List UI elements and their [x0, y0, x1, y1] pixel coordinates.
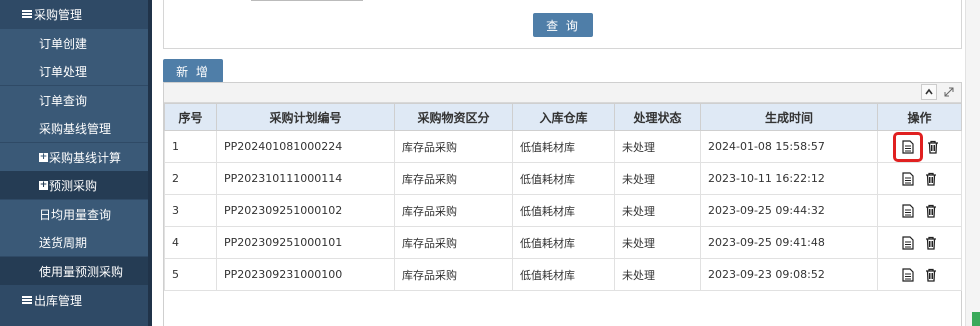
cell-no: 5 [164, 258, 217, 291]
cell-created: 2023-09-23 09:08:52 [700, 258, 878, 291]
sidebar-item-order-process[interactable]: 订单处理 [0, 57, 148, 85]
edge-green-tab[interactable] [972, 312, 980, 326]
sidebar-item-label: 采购基线计算 [49, 150, 122, 165]
expand-plus-icon: + [39, 179, 48, 190]
add-button[interactable]: 新 增 [163, 59, 223, 83]
document-icon[interactable] [898, 265, 918, 285]
query-panel: 查 询 [163, 0, 962, 49]
cell-category: 库存品采购 [394, 162, 513, 195]
sidebar-item-order-create[interactable]: 订单创建 [0, 29, 148, 57]
cell-ops [877, 226, 962, 259]
cell-category: 库存品采购 [394, 194, 513, 227]
table-row[interactable]: 3 PP202309251000102 库存品采购 低值耗材库 未处理 2023… [164, 194, 962, 227]
sidebar-item-label: 使用量预测采购 [39, 264, 124, 279]
sidebar-item-usage-forecast[interactable]: 使用量预测采购 [0, 257, 148, 285]
sidebar-group-label: 出库管理 [34, 293, 83, 308]
cell-no: 1 [164, 130, 217, 163]
cell-ops [877, 162, 962, 195]
cell-no: 3 [164, 194, 217, 227]
sidebar-item-daily-usage[interactable]: 日均用量查询 [0, 200, 148, 228]
cell-plan-no: PP202401081000224 [216, 130, 395, 163]
col-header-no[interactable]: 序号 [164, 103, 217, 131]
right-edge-panel [965, 0, 980, 326]
table-row[interactable]: 2 PP202310111000114 库存品采购 低值耗材库 未处理 2023… [164, 162, 962, 195]
sidebar-item-label: 送货周期 [39, 235, 88, 250]
cell-warehouse: 低值耗材库 [512, 162, 615, 195]
cell-warehouse: 低值耗材库 [512, 194, 615, 227]
document-icon[interactable] [892, 131, 923, 162]
document-icon[interactable] [898, 233, 918, 253]
cell-plan-no: PP202310111000114 [216, 162, 395, 195]
cell-warehouse: 低值耗材库 [512, 226, 615, 259]
cell-warehouse: 低值耗材库 [512, 130, 615, 163]
data-grid: 序号 采购计划编号 采购物资区分 入库仓库 处理状态 生成时间 操作 1 PP2… [163, 82, 962, 326]
sidebar-item-delivery-cycle[interactable]: 送货周期 [0, 228, 148, 256]
grid-toolbar [164, 83, 961, 103]
sidebar-item-label: 预测采购 [49, 178, 98, 193]
expand-icon[interactable] [941, 84, 957, 100]
sidebar: 采购管理 订单创建 订单处理 订单查询 采购基线管理 + 采购基线计算 + 预测采购… [0, 0, 152, 326]
cell-status: 未处理 [614, 226, 701, 259]
cell-status: 未处理 [614, 258, 701, 291]
col-header-warehouse[interactable]: 入库仓库 [512, 103, 615, 131]
col-header-ops: 操作 [877, 103, 962, 131]
main-content: 查 询 新 增 序号 采购计划编号 采购物资区分 入库仓库 处理状态 生成时间 … [152, 0, 980, 326]
sidebar-item-baseline-manage[interactable]: 采购基线管理 [0, 114, 148, 142]
purchase-plan-table: 序号 采购计划编号 采购物资区分 入库仓库 处理状态 生成时间 操作 1 PP2… [164, 103, 962, 291]
trash-icon[interactable] [923, 137, 943, 157]
cell-plan-no: PP202309231000100 [216, 258, 395, 291]
cell-created: 2023-09-25 09:41:48 [700, 226, 878, 259]
document-icon[interactable] [898, 201, 918, 221]
cell-created: 2023-10-11 16:22:12 [700, 162, 878, 195]
cell-warehouse: 低值耗材库 [512, 258, 615, 291]
sidebar-item-label: 订单处理 [39, 64, 88, 79]
cell-no: 4 [164, 226, 217, 259]
sidebar-item-label: 订单查询 [39, 93, 88, 108]
col-header-created[interactable]: 生成时间 [700, 103, 878, 131]
trash-icon[interactable] [921, 265, 941, 285]
search-field[interactable] [251, 0, 363, 1]
cell-category: 库存品采购 [394, 226, 513, 259]
query-button[interactable]: 查 询 [533, 13, 593, 37]
cell-plan-no: PP202309251000102 [216, 194, 395, 227]
cell-ops [877, 194, 962, 227]
sidebar-item-baseline-calc[interactable]: + 采购基线计算 [0, 143, 148, 171]
sidebar-item-forecast-purchase[interactable]: + 预测采购 [0, 171, 148, 199]
cell-plan-no: PP202309251000101 [216, 226, 395, 259]
sidebar-group-outbound[interactable]: 出库管理 [0, 286, 148, 314]
cell-status: 未处理 [614, 130, 701, 163]
sidebar-group-purchase[interactable]: 采购管理 [0, 0, 148, 28]
sidebar-item-label: 订单创建 [39, 36, 88, 51]
sidebar-item-label: 日均用量查询 [39, 207, 112, 222]
chevron-up-icon[interactable] [921, 84, 937, 100]
sidebar-item-label: 采购基线管理 [39, 121, 112, 136]
expand-plus-icon: + [39, 151, 48, 162]
col-header-plan-no[interactable]: 采购计划编号 [216, 103, 395, 131]
sidebar-group-label: 采购管理 [34, 7, 83, 22]
col-header-status[interactable]: 处理状态 [614, 103, 701, 131]
cell-category: 库存品采购 [394, 130, 513, 163]
cell-status: 未处理 [614, 162, 701, 195]
cell-created: 2024-01-08 15:58:57 [700, 130, 878, 163]
table-row[interactable]: 5 PP202309231000100 库存品采购 低值耗材库 未处理 2023… [164, 258, 962, 291]
list-icon [22, 296, 32, 304]
cell-no: 2 [164, 162, 217, 195]
cell-created: 2023-09-25 09:44:32 [700, 194, 878, 227]
col-header-category[interactable]: 采购物资区分 [394, 103, 513, 131]
cell-category: 库存品采购 [394, 258, 513, 291]
table-row[interactable]: 4 PP202309251000101 库存品采购 低值耗材库 未处理 2023… [164, 226, 962, 259]
cell-ops [877, 130, 962, 163]
document-icon[interactable] [898, 169, 918, 189]
list-icon [22, 10, 32, 18]
trash-icon[interactable] [921, 233, 941, 253]
cell-ops [877, 258, 962, 291]
sidebar-item-order-query[interactable]: 订单查询 [0, 86, 148, 114]
table-header-row: 序号 采购计划编号 采购物资区分 入库仓库 处理状态 生成时间 操作 [164, 103, 962, 131]
trash-icon[interactable] [921, 201, 941, 221]
trash-icon[interactable] [921, 169, 941, 189]
cell-status: 未处理 [614, 194, 701, 227]
table-row[interactable]: 1 PP202401081000224 库存品采购 低值耗材库 未处理 2024… [164, 130, 962, 163]
